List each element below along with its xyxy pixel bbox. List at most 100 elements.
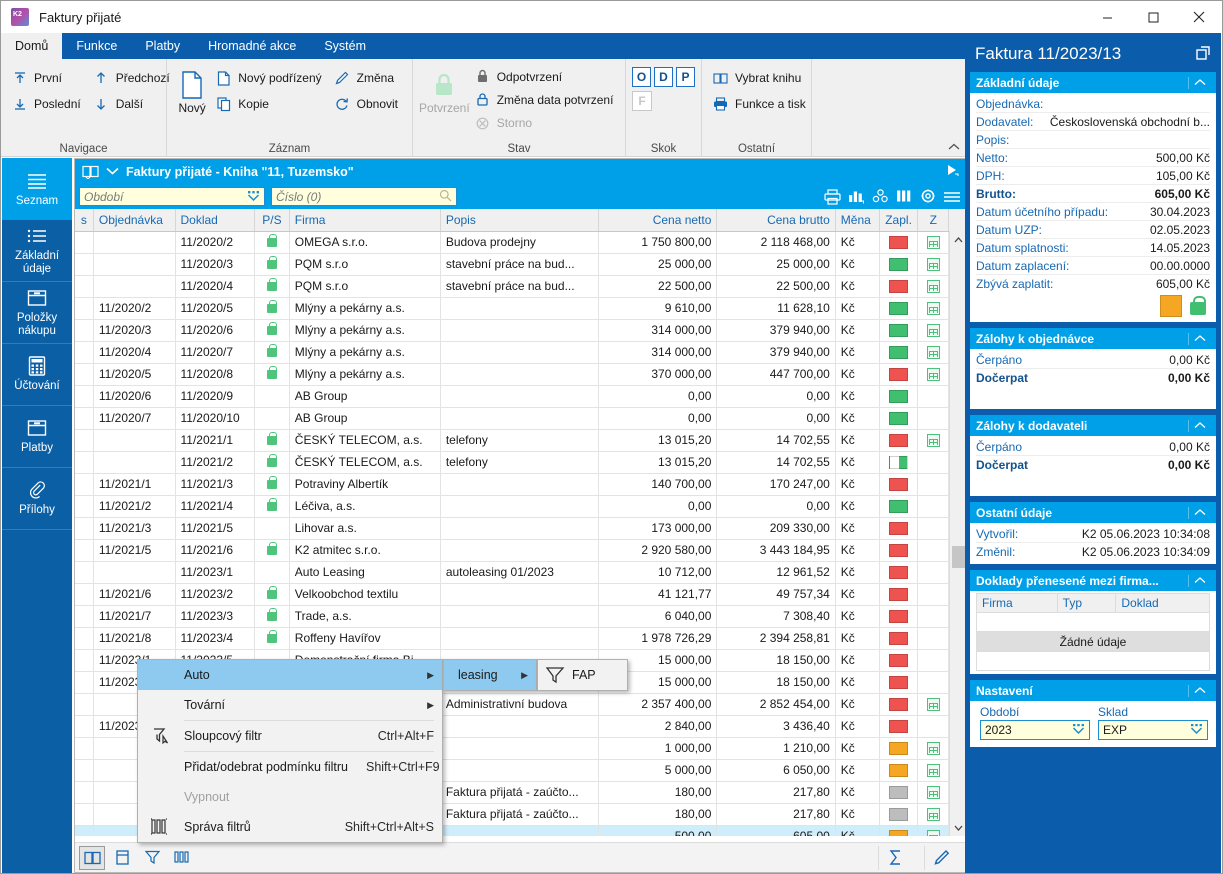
scroll-up-arrow[interactable] [950,231,966,248]
sidebar-item-polozky-nakupu[interactable]: Položky nákupu [2,282,72,344]
columns-sort-icon[interactable] [169,846,195,870]
table-row[interactable]: 11/2021/7 11/2023/3 Trade, a.s. 6 040,00 7 3… [75,605,966,628]
first-record-button[interactable]: První [7,65,89,91]
table-row[interactable]: 11/2023/1 Auto Leasing autoleasing 01/2023… [75,561,966,584]
column-header-popis[interactable]: Popis [440,209,600,232]
minimize-button[interactable] [1084,1,1130,33]
table-row[interactable]: 11/2020/3 11/2020/6 Mlýny a pekárny a.s. 31… [75,319,966,342]
open-external-icon[interactable] [1195,45,1211,64]
new-record-button[interactable]: Nový [173,63,211,135]
confirm-button[interactable]: Potvrzení [419,63,470,135]
select-book-button[interactable]: Vybrat knihu [708,65,814,91]
table-row[interactable]: 11/2021/8 11/2023/4 Roffeny Havířov 1 978 7… [75,627,966,650]
ribbon-tab-platby[interactable]: Platby [131,33,194,59]
refresh-button[interactable]: Obnovit [330,91,406,117]
subsubmenu-item[interactable]: FAP [538,660,627,690]
gear-icon[interactable] [918,187,938,207]
table-row[interactable]: 11/2020/4 11/2020/7 Mlýny a pekárny a.s. 31… [75,341,966,364]
scrollbar-thumb[interactable] [952,546,965,568]
chevron-up-icon[interactable] [1188,574,1210,587]
obdobi-select[interactable]: 2023 [980,720,1090,740]
chevron-up-icon[interactable] [1188,76,1210,89]
sidebar-item-zakladni-udaje[interactable]: Základní údaje [2,220,72,282]
tree-structure-icon[interactable] [870,187,890,207]
chevron-up-icon[interactable] [1188,684,1210,697]
new-child-record-button[interactable]: Nový podřízený [211,65,329,91]
chevron-down-icon[interactable] [106,166,119,178]
menu-item[interactable]: Tovární ▶ [138,690,442,720]
book-icon[interactable] [79,845,105,870]
unconfirm-button[interactable]: Odpotvrzení [470,65,622,88]
sum-sigma-icon[interactable] [878,845,912,870]
play-arrow-icon[interactable] [946,163,960,180]
dropdown-icon[interactable] [1190,724,1203,736]
columns-icon[interactable] [894,187,914,207]
table-row[interactable]: 11/2021/2 ČESKÝ TELECOM, a.s. telefony 13 0… [75,451,966,474]
table-row[interactable]: 11/2020/3 PQM s.r.o stavební práce na bud.… [75,253,966,276]
scroll-down-arrow[interactable] [950,819,966,836]
column-header-mena[interactable]: Měna [835,209,880,232]
printer-icon[interactable] [822,187,842,207]
column-header-zapl[interactable]: Zapl. [879,209,919,232]
jump-d-button[interactable]: D [654,67,673,87]
column-header-cena-brutto[interactable]: Cena brutto [716,209,836,232]
ribbon-tab-funkce[interactable]: Funkce [62,33,131,59]
search-icon[interactable] [439,189,452,205]
table-row[interactable]: 11/2021/2 11/2021/4 Léčiva, a.s. 0,00 0,00 Kč [75,495,966,518]
sidebar-item-platby[interactable]: Platby [2,406,72,468]
ribbon-tab-domu[interactable]: Domů [1,33,63,59]
filter-icon[interactable] [139,846,165,870]
bar-chart-icon[interactable] [846,187,866,207]
column-header-s[interactable]: s [75,209,94,232]
vertical-scrollbar[interactable] [949,231,966,836]
column-header-z[interactable]: Z [917,209,950,232]
maximize-button[interactable] [1130,1,1176,33]
box-icon[interactable] [109,846,135,870]
last-record-button[interactable]: Poslední [7,91,89,117]
ribbon-tab-system[interactable]: Systém [310,33,380,59]
functions-print-button[interactable]: Funkce a tisk [708,91,814,117]
change-confirm-date-button[interactable]: Změna data potvrzení [470,88,622,111]
table-row[interactable]: 11/2020/4 PQM s.r.o stavební práce na bud.… [75,275,966,298]
dropdown-icon[interactable] [247,190,260,204]
chevron-up-icon[interactable] [1188,419,1210,432]
sidebar-item-seznam[interactable]: Seznam [2,158,72,220]
table-row[interactable]: 11/2021/5 11/2021/6 K2 atmitec s.r.o. 2 920… [75,539,966,562]
context-menu[interactable]: Auto ▶ Tovární ▶ Sloupcový filtr Ctrl+Alt+F Př… [137,659,443,843]
column-header-objednavka[interactable]: Objednávka [93,209,176,232]
ribbon-collapse-button[interactable] [948,142,960,154]
menu-item[interactable]: Auto ▶ [138,660,442,690]
table-row[interactable]: 11/2021/1 ČESKÝ TELECOM, a.s. telefony 13 0… [75,429,966,452]
number-filter-input[interactable]: Číslo (0) [271,187,457,206]
column-header-ps[interactable]: P/S [254,209,290,232]
dropdown-icon[interactable] [1072,724,1085,736]
context-subsubmenu[interactable]: FAP [537,659,628,691]
table-row[interactable]: 11/2020/7 11/2020/10 AB Group 0,00 0,00 Kč [75,407,966,430]
menu-item[interactable]: Správa filtrů Shift+Ctrl+Alt+S [138,812,442,842]
card-header-nastaveni[interactable]: Nastavení [970,680,1216,701]
sklad-select[interactable]: EXP [1098,720,1208,740]
hamburger-menu-icon[interactable] [942,187,962,207]
table-row[interactable]: 11/2020/6 11/2020/9 AB Group 0,00 0,00 Kč [75,385,966,408]
close-button[interactable] [1176,1,1222,33]
chevron-up-icon[interactable] [1188,506,1210,519]
sidebar-item-uctovani[interactable]: Účtování [2,344,72,406]
table-row[interactable]: 11/2021/3 11/2021/5 Lihovar a.s. 173 000,00… [75,517,966,540]
table-row[interactable]: 11/2020/2 OMEGA s.r.o. Budova prodejny 1 75… [75,231,966,254]
jump-o-button[interactable]: O [632,67,651,87]
jump-f-button[interactable]: F [632,91,652,111]
book-icon[interactable] [82,165,99,179]
column-header-firma[interactable]: Firma [289,209,441,232]
menu-item[interactable]: Sloupcový filtr Ctrl+Alt+F [138,721,442,751]
table-row[interactable]: 11/2021/6 11/2023/2 Velkoobchod textilu 41 … [75,583,966,606]
card-header-zalohy-k-dodavateli[interactable]: Zálohy k dodavateli [970,415,1216,436]
sidebar-item-prilohy[interactable]: Přílohy [2,468,72,530]
period-filter-input[interactable]: Období [79,187,265,206]
storno-button[interactable]: Storno [470,112,622,135]
table-row[interactable]: 11/2020/2 11/2020/5 Mlýny a pekárny a.s. 9 … [75,297,966,320]
copy-record-button[interactable]: Kopie [211,91,329,117]
ribbon-tab-hromadne-akce[interactable]: Hromadné akce [194,33,310,59]
chevron-up-icon[interactable] [1188,332,1210,345]
table-row[interactable]: 11/2021/1 11/2021/3 Potraviny Albertík 140 … [75,473,966,496]
table-row[interactable]: 11/2020/5 11/2020/8 Mlýny a pekárny a.s. 37… [75,363,966,386]
